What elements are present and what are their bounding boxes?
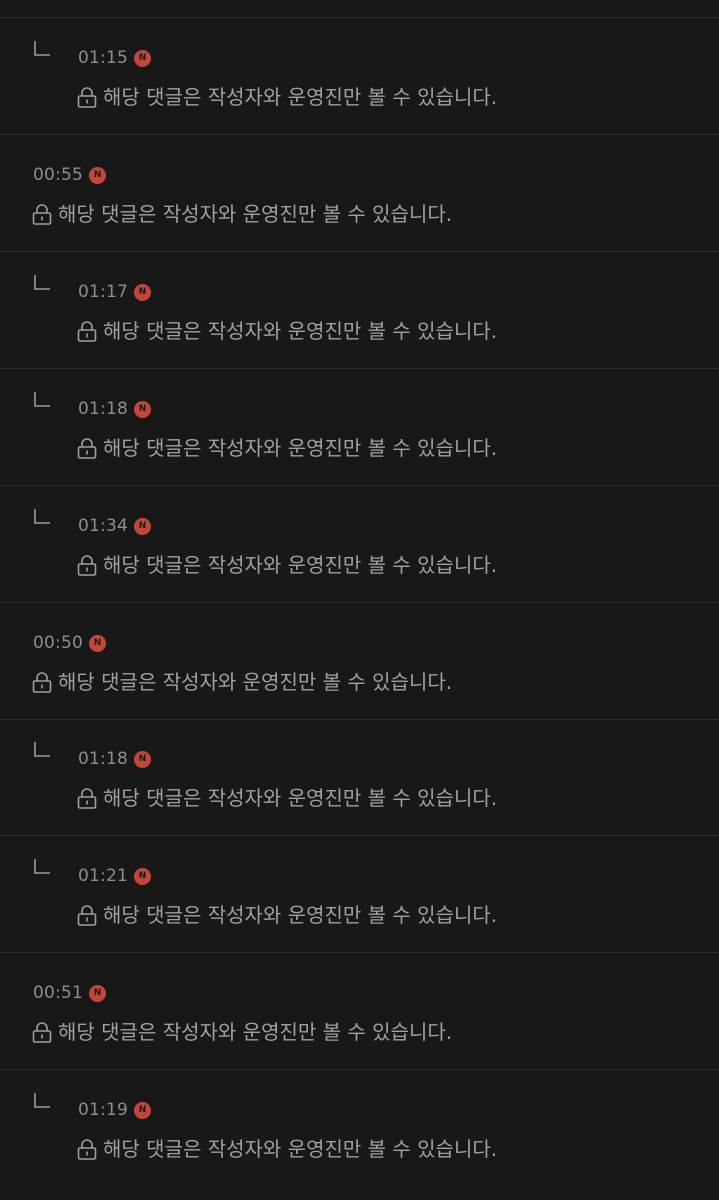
- lock-icon: [32, 672, 52, 693]
- lock-icon: [77, 555, 97, 576]
- reply-arrow-icon: [34, 859, 50, 874]
- comment-body: 해당 댓글은 작성자와 운영진만 볼 수 있습니다.: [77, 785, 497, 811]
- comment-text: 해당 댓글은 작성자와 운영진만 볼 수 있습니다.: [58, 670, 453, 694]
- reply-arrow-icon: [34, 41, 50, 56]
- lock-icon: [32, 204, 52, 225]
- comment-time: 00:50: [33, 633, 83, 653]
- comment-time: 00:51: [33, 983, 83, 1003]
- comment-text: 해당 댓글은 작성자와 운영진만 볼 수 있습니다.: [103, 786, 498, 810]
- comment-meta: 00:51 N: [33, 983, 106, 1003]
- comment-meta: 00:50 N: [33, 633, 106, 653]
- comment-body: 해당 댓글은 작성자와 운영진만 볼 수 있습니다.: [32, 669, 452, 695]
- lock-icon: [77, 87, 97, 108]
- comment-body: 해당 댓글은 작성자와 운영진만 볼 수 있습니다.: [77, 435, 497, 461]
- comment-meta: 01:19 N: [78, 1100, 151, 1120]
- comment-item[interactable]: 01:17 N 해당 댓글은 작성자와 운영진만 볼 수 있습니다.: [0, 252, 719, 369]
- reply-arrow-icon: [34, 509, 50, 524]
- comment-item[interactable]: 01:18 N 해당 댓글은 작성자와 운영진만 볼 수 있습니다.: [0, 719, 719, 836]
- comment-time: 01:34: [78, 516, 128, 536]
- comment-meta: 00:55 N: [33, 165, 106, 185]
- comment-meta: 01:18 N: [78, 749, 151, 769]
- comment-time: 00:55: [33, 165, 83, 185]
- comment-time: 01:17: [78, 282, 128, 302]
- comment-body: 해당 댓글은 작성자와 운영진만 볼 수 있습니다.: [77, 552, 497, 578]
- new-badge-icon: N: [89, 984, 106, 1002]
- lock-icon: [32, 1022, 52, 1043]
- reply-arrow-icon: [34, 1093, 50, 1108]
- comment-item[interactable]: 00:51 N 해당 댓글은 작성자와 운영진만 볼 수 있습니다.: [0, 953, 719, 1070]
- lock-icon: [77, 905, 97, 926]
- comment-meta: 01:17 N: [78, 282, 151, 302]
- comment-item[interactable]: 01:18 N 해당 댓글은 작성자와 운영진만 볼 수 있습니다.: [0, 369, 719, 486]
- comment-text: 해당 댓글은 작성자와 운영진만 볼 수 있습니다.: [103, 319, 498, 343]
- new-badge-icon: N: [134, 400, 151, 418]
- comment-item[interactable]: 00:50 N 해당 댓글은 작성자와 운영진만 볼 수 있습니다.: [0, 603, 719, 720]
- comment-meta: 01:18 N: [78, 399, 151, 419]
- lock-icon: [77, 321, 97, 342]
- reply-arrow-icon: [34, 275, 50, 290]
- comment-text: 해당 댓글은 작성자와 운영진만 볼 수 있습니다.: [103, 85, 498, 109]
- comment-time: 01:21: [78, 866, 128, 886]
- comment-meta: 01:21 N: [78, 866, 151, 886]
- comment-time: 01:15: [78, 48, 128, 68]
- comment-body: 해당 댓글은 작성자와 운영진만 볼 수 있습니다.: [77, 84, 497, 110]
- new-badge-icon: N: [89, 166, 106, 184]
- comment-body: 해당 댓글은 작성자와 운영진만 볼 수 있습니다.: [77, 1136, 497, 1162]
- comment-time: 01:18: [78, 399, 128, 419]
- comment-item[interactable]: 00:55 N 해당 댓글은 작성자와 운영진만 볼 수 있습니다.: [0, 135, 719, 252]
- comment-body: 해당 댓글은 작성자와 운영진만 볼 수 있습니다.: [77, 902, 497, 928]
- comment-meta: 01:15 N: [78, 48, 151, 68]
- new-badge-icon: N: [134, 867, 151, 885]
- comment-item[interactable]: 01:15 N 해당 댓글은 작성자와 운영진만 볼 수 있습니다.: [0, 18, 719, 135]
- new-badge-icon: N: [134, 1101, 151, 1119]
- lock-icon: [77, 788, 97, 809]
- comment-text: 해당 댓글은 작성자와 운영진만 볼 수 있습니다.: [58, 1020, 453, 1044]
- comment-time: 01:18: [78, 749, 128, 769]
- new-badge-icon: N: [134, 517, 151, 535]
- comment-list: 01:15 N 해당 댓글은 작성자와 운영진만 볼 수 있습니다. 00:55…: [0, 0, 719, 1200]
- comment-body: 해당 댓글은 작성자와 운영진만 볼 수 있습니다.: [32, 1019, 452, 1045]
- comment-item[interactable]: 01:19 N 해당 댓글은 작성자와 운영진만 볼 수 있습니다.: [0, 1070, 719, 1187]
- comment-text: 해당 댓글은 작성자와 운영진만 볼 수 있습니다.: [103, 436, 498, 460]
- comment-text: 해당 댓글은 작성자와 운영진만 볼 수 있습니다.: [103, 553, 498, 577]
- comment-item[interactable]: 01:34 N 해당 댓글은 작성자와 운영진만 볼 수 있습니다.: [0, 486, 719, 603]
- reply-arrow-icon: [34, 392, 50, 407]
- comment-text: 해당 댓글은 작성자와 운영진만 볼 수 있습니다.: [103, 903, 498, 927]
- comment-meta: 01:34 N: [78, 516, 151, 536]
- comment-body: 해당 댓글은 작성자와 운영진만 볼 수 있습니다.: [77, 318, 497, 344]
- new-badge-icon: N: [134, 750, 151, 768]
- new-badge-icon: N: [89, 634, 106, 652]
- reply-arrow-icon: [34, 742, 50, 757]
- comment-time: 01:19: [78, 1100, 128, 1120]
- comment-text: 해당 댓글은 작성자와 운영진만 볼 수 있습니다.: [103, 1137, 498, 1161]
- new-badge-icon: N: [134, 49, 151, 67]
- comment-body: 해당 댓글은 작성자와 운영진만 볼 수 있습니다.: [32, 201, 452, 227]
- comment-text: 해당 댓글은 작성자와 운영진만 볼 수 있습니다.: [58, 202, 453, 226]
- lock-icon: [77, 438, 97, 459]
- lock-icon: [77, 1139, 97, 1160]
- comment-item[interactable]: 01:21 N 해당 댓글은 작성자와 운영진만 볼 수 있습니다.: [0, 836, 719, 953]
- new-badge-icon: N: [134, 283, 151, 301]
